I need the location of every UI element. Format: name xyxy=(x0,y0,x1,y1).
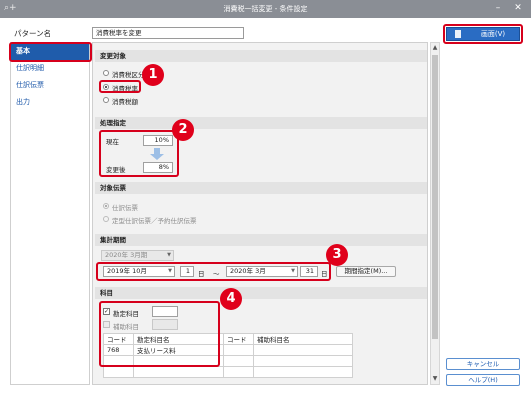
window-title: 消費税一括変更 - 条件設定 xyxy=(223,5,308,13)
pattern-name-input[interactable]: 消費税率を変更 xyxy=(92,27,244,39)
radio-template-slip xyxy=(103,216,109,222)
section-heading-change-target: 変更対象 xyxy=(95,50,427,62)
section-heading-account: 科目 xyxy=(95,287,427,299)
callout-badge-1: 1 xyxy=(142,64,164,86)
help-button[interactable]: ヘルプ(H) xyxy=(446,374,520,386)
callout-badge-3: 3 xyxy=(326,244,348,266)
column-header-sub-code: コード xyxy=(223,333,254,345)
chevron-down-icon: ▼ xyxy=(167,252,171,258)
radio-label-tax-category: 消費税区分 xyxy=(112,71,145,79)
radio-journal-slip xyxy=(103,203,109,209)
highlight-frame-tax-rate xyxy=(99,80,141,93)
radio-tax-category[interactable] xyxy=(103,70,109,76)
table-row[interactable] xyxy=(103,366,353,378)
minimize-icon[interactable]: – xyxy=(490,2,506,15)
highlight-frame-screen-button xyxy=(443,24,523,44)
section-heading-period: 集計期間 xyxy=(95,234,427,246)
radio-label-journal-slip: 仕訳伝票 xyxy=(112,204,138,212)
callout-badge-4: 4 xyxy=(220,288,242,310)
callout-badge-2: 2 xyxy=(172,119,194,141)
highlight-frame-period xyxy=(96,262,331,281)
fiscal-year-select: 2020年 3月期 ▼ xyxy=(101,250,174,261)
pattern-name-label: パターン名 xyxy=(14,29,52,38)
highlight-frame-sidebar xyxy=(9,42,92,62)
scroll-up-icon[interactable]: ▲ xyxy=(431,44,439,52)
scroll-thumb[interactable] xyxy=(432,55,438,339)
radio-tax-amount[interactable] xyxy=(103,97,109,103)
period-spec-button[interactable]: 期間指定(M)... xyxy=(336,266,396,277)
vertical-scrollbar[interactable]: ▲ ▼ xyxy=(430,42,440,385)
title-bar: ⌕+ 消費税一括変更 - 条件設定 – ✕ xyxy=(0,0,531,18)
highlight-frame-process xyxy=(99,130,179,177)
cancel-button[interactable]: キャンセル xyxy=(446,358,520,370)
table-cell[interactable] xyxy=(223,344,254,356)
table-cell[interactable] xyxy=(253,344,353,356)
sidebar: 基本 仕訳明細 仕訳伝票 出力 xyxy=(10,42,90,385)
column-header-sub-account-name: 補助科目名 xyxy=(253,333,353,345)
radio-label-tax-amount: 消費税額 xyxy=(112,98,138,106)
section-heading-process: 処理指定 xyxy=(95,117,427,129)
highlight-frame-account xyxy=(99,301,220,367)
fiscal-year-value: 2020年 3月期 xyxy=(105,251,148,259)
sidebar-item-journal-slip[interactable]: 仕訳伝票 xyxy=(11,77,89,94)
sidebar-item-journal-detail[interactable]: 仕訳明細 xyxy=(11,60,89,77)
radio-label-template-slip: 定型仕訳伝票／予約仕訳伝票 xyxy=(112,217,197,225)
sidebar-item-output[interactable]: 出力 xyxy=(11,94,89,111)
scroll-down-icon[interactable]: ▼ xyxy=(431,375,439,383)
section-heading-target-slip: 対象伝票 xyxy=(95,182,427,194)
close-icon[interactable]: ✕ xyxy=(510,2,526,15)
